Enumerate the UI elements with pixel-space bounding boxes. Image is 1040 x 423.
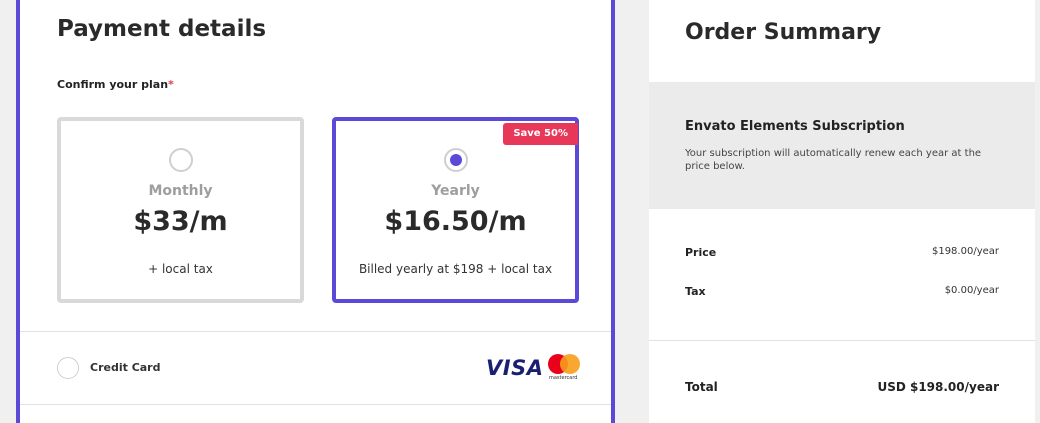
order-summary-panel: Order Summary Envato Elements Subscripti… bbox=[649, 0, 1035, 423]
visa-logo: VISA bbox=[486, 356, 544, 380]
payment-panel: Payment details Confirm your plan* Month… bbox=[16, 0, 615, 423]
save-badge: Save 50% bbox=[503, 123, 578, 145]
tax-value: $0.00/year bbox=[944, 285, 999, 296]
total-value: USD $198.00/year bbox=[877, 380, 999, 394]
order-summary-title: Order Summary bbox=[685, 20, 882, 45]
payment-title: Payment details bbox=[57, 16, 267, 42]
yearly-radio[interactable] bbox=[443, 148, 468, 172]
plan-name-yearly: Yearly bbox=[431, 183, 480, 199]
price-label: Price bbox=[685, 246, 717, 259]
total-label: Total bbox=[685, 380, 718, 394]
required-marker: * bbox=[168, 78, 174, 91]
credit-card-label[interactable]: Credit Card bbox=[90, 361, 161, 374]
section-divider-bottom bbox=[20, 404, 611, 405]
price-value: $198.00/year bbox=[931, 246, 999, 257]
plan-name-monthly: Monthly bbox=[148, 183, 213, 199]
confirm-plan-label: Confirm your plan* bbox=[57, 78, 174, 91]
plan-price-monthly: $33/m bbox=[133, 206, 228, 237]
subscription-box: Envato Elements Subscription Your subscr… bbox=[649, 82, 1035, 209]
plan-card-monthly[interactable]: Monthly $33/m + local tax bbox=[57, 117, 304, 303]
confirm-plan-text: Confirm your plan bbox=[57, 78, 169, 91]
tax-label: Tax bbox=[685, 285, 706, 298]
mastercard-wordmark: mastercard bbox=[549, 375, 578, 381]
summary-divider bbox=[649, 340, 1035, 341]
plan-price-yearly: $16.50/m bbox=[384, 206, 527, 237]
credit-card-radio[interactable] bbox=[57, 357, 79, 379]
mastercard-logo: mastercard bbox=[546, 354, 584, 384]
plan-note-yearly: Billed yearly at $198 + local tax bbox=[358, 262, 553, 276]
section-divider bbox=[20, 331, 611, 332]
plan-card-yearly[interactable]: Save 50% Yearly $16.50/m Billed yearly a… bbox=[332, 117, 579, 303]
monthly-radio[interactable] bbox=[168, 148, 193, 172]
plan-note-monthly: + local tax bbox=[148, 262, 213, 276]
mastercard-orange-circle bbox=[560, 354, 580, 374]
subscription-description: Your subscription will automatically ren… bbox=[685, 148, 982, 172]
subscription-name: Envato Elements Subscription bbox=[685, 119, 905, 134]
